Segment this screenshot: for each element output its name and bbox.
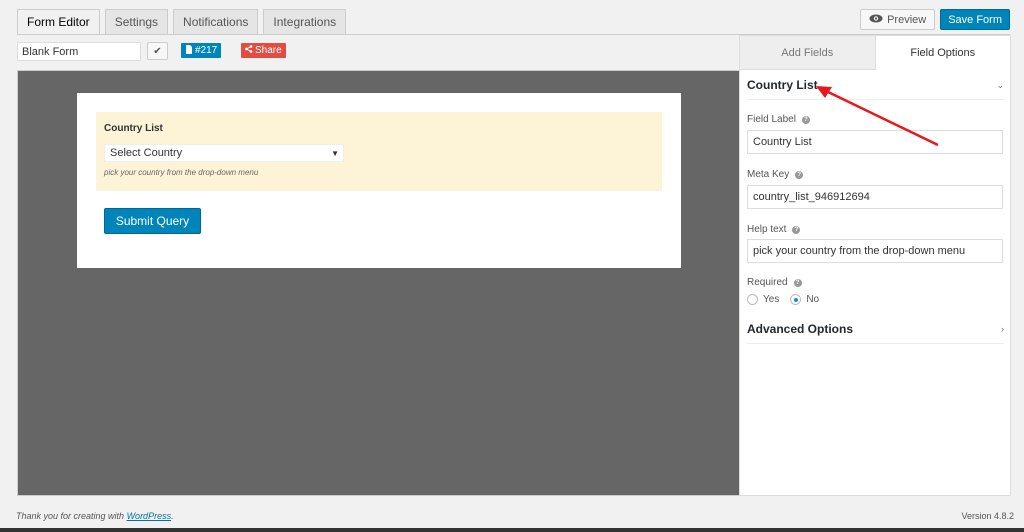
tab-form-editor[interactable]: Form Editor: [17, 9, 100, 35]
required-caption-text: Required: [747, 277, 788, 288]
help-text-caption: Help text ?: [747, 224, 801, 235]
footer-version: Version 4.8.2: [961, 511, 1014, 521]
section-title: Country List: [747, 78, 818, 92]
field-help-text: pick your country from the drop-down men…: [104, 168, 259, 177]
checkmark-icon: ✔: [153, 45, 162, 57]
required-yes-label: Yes: [763, 294, 780, 305]
field-label-caption-text: Field Label: [747, 114, 796, 125]
required-caption: Required ?: [747, 277, 802, 288]
save-form-button[interactable]: Save Form: [940, 9, 1010, 30]
eye-icon: [869, 14, 883, 26]
chevron-right-icon: ›: [1001, 324, 1004, 334]
field-label-caption: Field Label ?: [747, 114, 810, 125]
preview-label: Preview: [887, 13, 927, 26]
footer-thanks-suffix: .: [171, 511, 174, 521]
tab-add-fields[interactable]: Add Fields: [740, 36, 876, 70]
dropdown-arrow-icon: ▼: [331, 149, 339, 158]
required-yes-radio[interactable]: [747, 294, 758, 305]
help-icon[interactable]: ?: [793, 278, 802, 287]
form-preview: Country List Select Country ▼ pick your …: [77, 93, 681, 268]
country-select[interactable]: Select Country ▼: [104, 144, 344, 162]
top-actions: Preview Save Form: [860, 9, 1010, 30]
required-no-label: No: [806, 294, 820, 305]
meta-key-caption: Meta Key ?: [747, 169, 804, 180]
confirm-name-button[interactable]: ✔: [147, 42, 168, 60]
required-no-radio[interactable]: [790, 294, 802, 305]
help-icon[interactable]: ?: [795, 170, 804, 179]
form-id-label: #217: [195, 45, 218, 56]
field-options-panel: Add Fields Field Options Country List ⌄ …: [739, 35, 1011, 496]
submit-query-button[interactable]: Submit Query: [104, 208, 201, 234]
field-section-header[interactable]: Country List ⌄: [747, 71, 1004, 100]
share-icon: [245, 45, 253, 56]
select-value: Select Country: [110, 147, 183, 159]
advanced-options-header[interactable]: Advanced Options ›: [747, 315, 1004, 344]
help-text-input[interactable]: pick your country from the drop-down men…: [747, 239, 1003, 263]
meta-key-caption-text: Meta Key: [747, 169, 790, 180]
help-icon[interactable]: ?: [801, 115, 810, 124]
chevron-down-icon: ⌄: [996, 79, 1004, 90]
form-name-input[interactable]: [17, 42, 141, 61]
help-icon[interactable]: ?: [792, 225, 801, 234]
panel-tabs: Add Fields Field Options: [740, 36, 1010, 70]
share-label: Share: [255, 45, 282, 56]
footer-thanks: Thank you for creating with WordPress.: [16, 511, 174, 521]
editor-tabs: Form Editor Settings Notifications Integ…: [17, 9, 347, 35]
copy-icon: [185, 44, 193, 57]
field-label-input[interactable]: Country List: [747, 130, 1003, 154]
share-button[interactable]: Share: [241, 43, 286, 58]
tab-integrations[interactable]: Integrations: [263, 9, 347, 35]
meta-key-input[interactable]: country_list_946912694: [747, 185, 1003, 209]
tab-settings[interactable]: Settings: [104, 9, 169, 35]
wordpress-link[interactable]: WordPress: [127, 511, 172, 521]
advanced-options-title: Advanced Options: [747, 322, 854, 336]
tab-notifications[interactable]: Notifications: [173, 9, 259, 35]
help-text-caption-text: Help text: [747, 224, 787, 235]
form-id-badge[interactable]: #217: [181, 43, 222, 58]
footer-thanks-text: Thank you for creating with: [16, 511, 127, 521]
country-list-field[interactable]: Country List Select Country ▼ pick your …: [96, 112, 662, 191]
tab-field-options[interactable]: Field Options: [875, 36, 1010, 70]
required-radio-group: Yes No: [747, 294, 819, 305]
bottom-edge: [0, 528, 1024, 532]
field-label: Country List: [104, 123, 163, 134]
form-canvas: Country List Select Country ▼ pick your …: [17, 70, 739, 496]
preview-button[interactable]: Preview: [860, 9, 936, 30]
